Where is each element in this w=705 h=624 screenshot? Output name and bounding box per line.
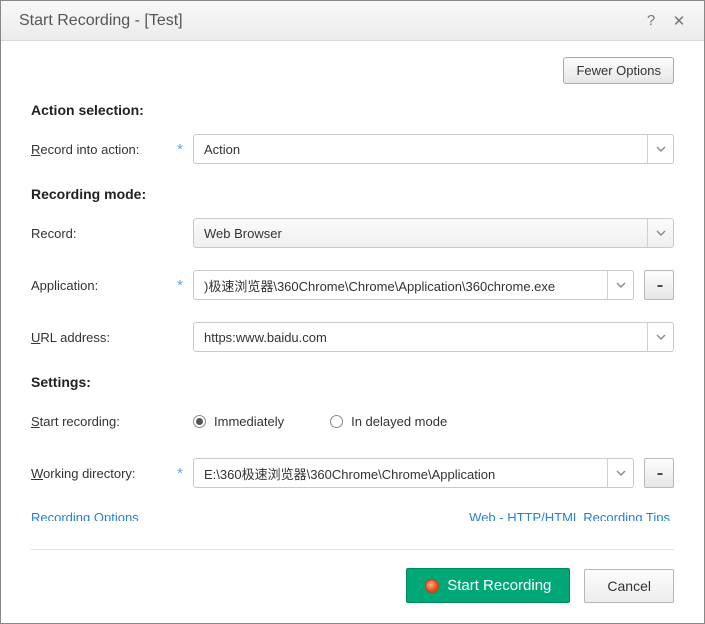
radio-immediately[interactable]: Immediately bbox=[193, 414, 284, 429]
recording-tips-link[interactable]: Web - HTTP/HTML Recording Tips bbox=[469, 510, 670, 521]
record-icon bbox=[425, 579, 439, 593]
url-address-combo[interactable]: https:www.baidu.com bbox=[193, 322, 674, 352]
section-settings: Settings: bbox=[31, 374, 674, 390]
help-icon[interactable]: ? bbox=[640, 10, 662, 32]
application-value: )极速浏览器\360Chrome\Chrome\Application\360c… bbox=[194, 276, 607, 295]
close-icon[interactable]: ✕ bbox=[668, 10, 690, 32]
record-into-action-combo[interactable]: Action bbox=[193, 134, 674, 164]
section-recording-mode: Recording mode: bbox=[31, 186, 674, 202]
label-record: Record: bbox=[31, 226, 171, 241]
record-into-action-value: Action bbox=[194, 142, 647, 157]
radio-label: In delayed mode bbox=[351, 414, 447, 429]
record-mode-combo[interactable]: Web Browser bbox=[193, 218, 674, 248]
browse-working-directory-button[interactable]: ... bbox=[644, 458, 674, 488]
working-directory-combo[interactable]: E:\360极速浏览器\360Chrome\Chrome\Application bbox=[193, 458, 634, 488]
label-url-address: URL address: bbox=[31, 330, 171, 345]
start-recording-radio-group: Immediately In delayed mode bbox=[193, 414, 674, 429]
label-record-into-action: Record into action: bbox=[31, 142, 171, 157]
radio-delayed[interactable]: In delayed mode bbox=[330, 414, 447, 429]
application-combo[interactable]: )极速浏览器\360Chrome\Chrome\Application\360c… bbox=[193, 270, 634, 300]
chevron-down-icon[interactable] bbox=[607, 271, 633, 299]
record-mode-value: Web Browser bbox=[194, 226, 647, 241]
dialog-footer: Start Recording Cancel bbox=[31, 549, 674, 623]
working-directory-value: E:\360极速浏览器\360Chrome\Chrome\Application bbox=[194, 464, 607, 483]
titlebar: Start Recording - [Test] ? ✕ bbox=[1, 1, 704, 41]
url-address-value: https:www.baidu.com bbox=[194, 330, 647, 345]
section-action-selection: Action selection: bbox=[31, 102, 674, 118]
radio-icon bbox=[330, 415, 343, 428]
start-recording-button[interactable]: Start Recording bbox=[406, 568, 570, 603]
label-start-recording: Start recording: bbox=[31, 414, 171, 429]
required-marker: * bbox=[173, 141, 187, 158]
chevron-down-icon[interactable] bbox=[607, 459, 633, 487]
start-recording-label: Start Recording bbox=[447, 577, 551, 594]
radio-label: Immediately bbox=[214, 414, 284, 429]
required-marker: * bbox=[173, 277, 187, 294]
label-working-directory: Working directory: bbox=[31, 466, 171, 481]
required-marker: * bbox=[173, 465, 187, 482]
browse-application-button[interactable]: ... bbox=[644, 270, 674, 300]
start-recording-dialog: Start Recording - [Test] ? ✕ Fewer Optio… bbox=[0, 0, 705, 624]
radio-icon bbox=[193, 415, 206, 428]
recording-options-link[interactable]: Recording Options bbox=[31, 510, 139, 521]
label-application: Application: bbox=[31, 278, 171, 293]
chevron-down-icon[interactable] bbox=[647, 219, 673, 247]
chevron-down-icon[interactable] bbox=[647, 135, 673, 163]
dialog-title: Start Recording - [Test] bbox=[19, 12, 634, 30]
fewer-options-button[interactable]: Fewer Options bbox=[563, 57, 674, 84]
cancel-button[interactable]: Cancel bbox=[584, 569, 674, 603]
dialog-content: Fewer Options Action selection: Record i… bbox=[1, 41, 704, 521]
chevron-down-icon[interactable] bbox=[647, 323, 673, 351]
